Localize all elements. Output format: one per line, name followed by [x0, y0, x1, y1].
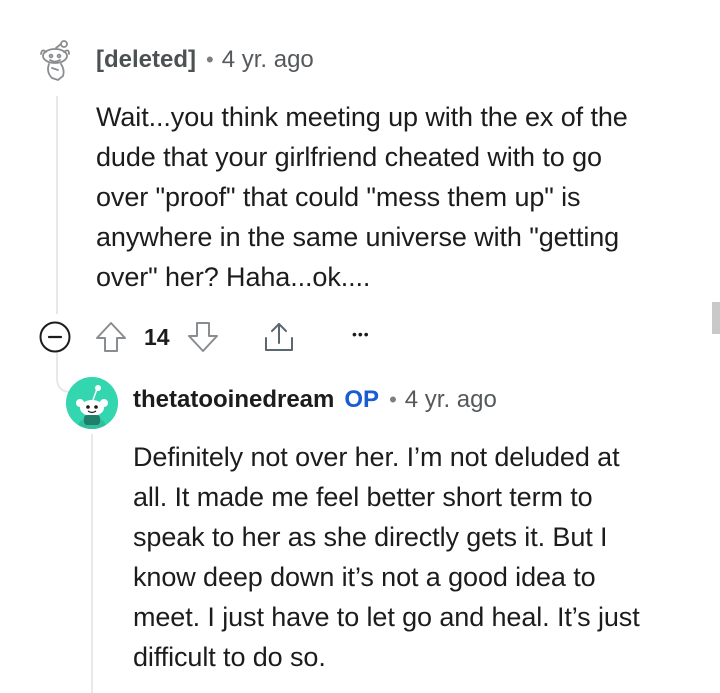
separator-dot: • — [389, 387, 397, 412]
comment-age[interactable]: 4 yr. ago — [222, 46, 314, 74]
upvote-icon[interactable] — [94, 320, 128, 354]
reply-thread-line[interactable] — [91, 434, 93, 693]
share-icon[interactable] — [262, 320, 296, 354]
collapse-icon[interactable] — [38, 320, 72, 354]
op-badge: OP — [344, 386, 380, 413]
vote-score: 14 — [144, 324, 170, 350]
separator-dot: • — [206, 47, 214, 72]
deleted-user-avatar — [40, 40, 70, 82]
scrollbar-thumb[interactable] — [712, 302, 720, 334]
user-avatar[interactable] — [66, 377, 118, 429]
author-name[interactable]: [deleted] — [96, 46, 196, 74]
snoo-avatar-icon — [66, 377, 118, 429]
author-name[interactable]: thetatooinedream — [133, 386, 334, 414]
comment-actions: 14 ••• — [38, 318, 398, 356]
thread-line[interactable] — [56, 96, 58, 314]
comment-age[interactable]: 4 yr. ago — [405, 386, 497, 414]
reply-body: Definitely not over her. I’m not deluded… — [133, 442, 640, 672]
downvote-icon[interactable] — [186, 320, 220, 354]
more-options-icon[interactable]: ••• — [352, 326, 370, 342]
comment-body: Wait...you think meeting up with the ex … — [96, 102, 628, 292]
reply-meta: thetatooinedream OP • 4 yr. ago — [133, 386, 497, 414]
comment-meta: [deleted] • 4 yr. ago — [96, 46, 314, 74]
